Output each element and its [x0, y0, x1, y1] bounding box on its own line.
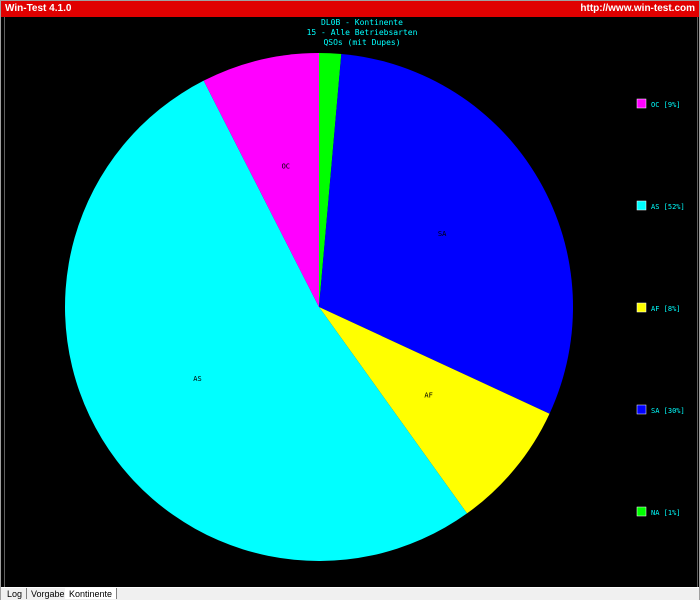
app-window: Win-Test 4.1.0 http://www.win-test.com D… [0, 0, 700, 600]
legend-label-na: NA [1%] [651, 509, 681, 517]
pie-slices [64, 53, 573, 562]
chart-title-group: DL0B - Kontinente15 - Alle Betriebsarten… [307, 18, 418, 47]
legend-label-oc: OC [9%] [651, 101, 681, 109]
slice-label-oc: OC [282, 163, 290, 171]
continent-pie-chart: DL0B - Kontinente15 - Alle Betriebsarten… [64, 18, 685, 562]
sheet-tab-bar: Log Vorgabe Kontinente [1, 587, 699, 600]
chart-title-line: 15 - Alle Betriebsarten [307, 28, 418, 37]
legend-swatch-na [636, 506, 647, 517]
legend-swatch-oc [636, 98, 647, 109]
tab-log[interactable]: Log [3, 588, 28, 599]
slice-label-sa: SA [438, 230, 447, 238]
title-bar[interactable]: Win-Test 4.1.0 http://www.win-test.com [1, 1, 699, 17]
legend-swatch-sa [636, 404, 647, 415]
legend-label-sa: SA [30%] [651, 407, 685, 415]
website-url[interactable]: http://www.win-test.com [580, 1, 695, 17]
chart-title-line: DL0B - Kontinente [321, 18, 403, 27]
slice-label-af: AF [424, 392, 432, 400]
chart-title-line: QSOs (mit Dupes) [323, 38, 400, 47]
legend-swatch-af [636, 302, 647, 313]
legend-label-as: AS [52%] [651, 203, 685, 211]
tab-kontinente[interactable]: Kontinente [65, 588, 118, 599]
chart-legend: OC [9%] AS [52%] AF [8%] SA [30%] NA [1%] [636, 98, 685, 517]
chart-panel: DL0B - Kontinente 15 - Alle Betriebsarten… [4, 17, 698, 587]
legend-label-af: AF [8%] [651, 305, 681, 313]
window-title: Win-Test 4.1.0 [5, 3, 72, 14]
slice-label-as: AS [193, 375, 201, 383]
legend-swatch-as [636, 200, 647, 211]
tab-vorgabe[interactable]: Vorgabe [27, 588, 70, 599]
